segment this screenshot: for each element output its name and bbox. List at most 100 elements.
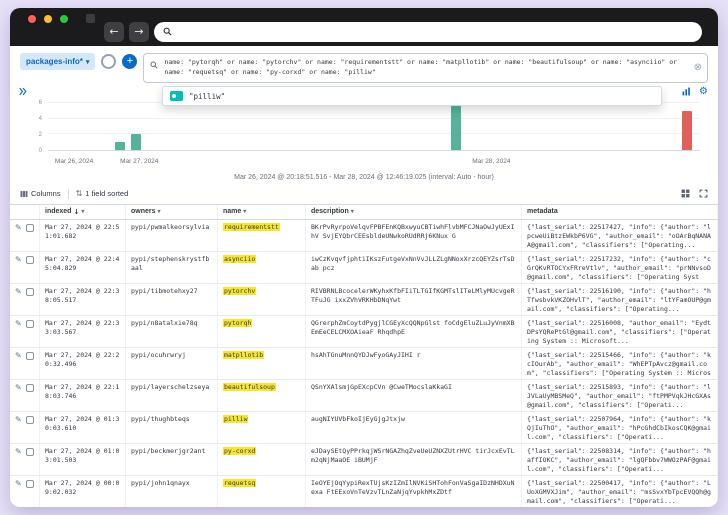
row-checkbox[interactable] xyxy=(26,480,34,488)
dataview-picker[interactable]: packages-info* ▾ xyxy=(20,53,95,70)
table-row[interactable]: ✎ Mar 27, 2024 @ 22:18:03.746 pypi/layer… xyxy=(10,380,718,412)
url-bar[interactable] xyxy=(154,22,702,42)
expand-document-icon[interactable]: ✎ xyxy=(15,320,22,328)
cell-metadata: {"last_serial": 22515893, "info": {"auth… xyxy=(522,380,718,411)
sort-fields-button[interactable]: ⇅ 1 field sorted xyxy=(76,189,129,198)
clear-query-icon[interactable]: ⊗ xyxy=(694,60,702,75)
cell-owners: pypi/layerschelzseya xyxy=(126,380,218,411)
expand-document-icon[interactable]: ✎ xyxy=(15,352,22,360)
row-checkbox[interactable] xyxy=(26,352,34,360)
cell-name: requirementstt xyxy=(218,220,306,251)
back-button[interactable]: ← xyxy=(104,22,124,42)
cell-metadata: {"last_serial": 22508314, "info": {"auth… xyxy=(522,444,718,475)
cell-indexed: Mar 27, 2024 @ 22:45:04.829 xyxy=(40,252,126,283)
suggestion-item[interactable]: "pilliw" xyxy=(170,91,225,101)
highlighted-name: requetsq xyxy=(223,479,256,487)
table-row[interactable]: ✎ Mar 27, 2024 @ 01:30:03.610 pypi/thugh… xyxy=(10,412,718,444)
header-description-label: description xyxy=(311,208,349,215)
zoom-button[interactable] xyxy=(60,15,68,23)
expand-document-icon[interactable]: ✎ xyxy=(15,256,22,264)
chevron-down-icon: ▾ xyxy=(86,58,90,66)
forward-button[interactable]: → xyxy=(129,22,149,42)
expand-sidebar-icon[interactable] xyxy=(18,87,27,96)
expand-document-icon[interactable]: ✎ xyxy=(15,288,22,296)
discover-app: packages-info* ▾ + name: "pytorqh" or na… xyxy=(10,46,718,507)
row-checkbox[interactable] xyxy=(26,448,34,456)
header-indexed[interactable]: indexed ↓ ▾ xyxy=(40,205,126,219)
cell-name: pilliw xyxy=(218,412,306,443)
query-input[interactable]: name: "pytorqh" or name: "pytorchv" or n… xyxy=(143,53,708,83)
table-row[interactable]: ✎ Mar 27, 2024 @ 00:09:02.032 pypi/john1… xyxy=(10,476,718,508)
expand-document-icon[interactable]: ✎ xyxy=(15,416,22,424)
toolbar-separator xyxy=(68,189,69,199)
cell-metadata: {"last_serial": 22507964, "info": {"auth… xyxy=(522,412,718,443)
row-checkbox[interactable] xyxy=(26,416,34,424)
header-controls xyxy=(10,205,40,219)
chevron-down-icon: ▾ xyxy=(351,208,354,215)
autocomplete-popup: "pilliw" xyxy=(162,86,662,106)
expand-document-icon[interactable]: ✎ xyxy=(15,224,22,232)
histogram-bar[interactable] xyxy=(131,134,141,149)
cell-description: hsAhTGnuMnnQYDJwFyoGAyJIHI r xyxy=(306,348,522,379)
expand-document-icon[interactable]: ✎ xyxy=(15,480,22,488)
suggestion-text: "pilliw" xyxy=(189,92,225,101)
y-axis-label: 0 xyxy=(39,148,42,154)
columns-button[interactable]: Columns xyxy=(20,189,61,198)
gridline xyxy=(48,118,700,119)
header-description[interactable]: description ▾ xyxy=(306,205,522,219)
close-button[interactable] xyxy=(28,15,36,23)
minimize-button[interactable] xyxy=(44,15,52,23)
row-checkbox[interactable] xyxy=(26,256,34,264)
chevron-down-icon: ▾ xyxy=(81,208,84,215)
cell-owners: pypi/ocuhrwryj xyxy=(126,348,218,379)
cell-description: QSnYXAlsmjGpEXcpCVn @CweTMocslaKkaGI xyxy=(306,380,522,411)
highlighted-name: py-corxd xyxy=(223,447,256,455)
columns-label: Columns xyxy=(31,189,61,198)
cell-name: matpllotib xyxy=(218,348,306,379)
add-filter-button[interactable]: + xyxy=(122,54,137,69)
dataview-label: packages-info* xyxy=(26,57,83,66)
table-row[interactable]: ✎ Mar 27, 2024 @ 22:38:05.517 pypi/tibmo… xyxy=(10,284,718,316)
y-axis-label: 4 xyxy=(39,116,42,122)
histogram-bar[interactable] xyxy=(115,142,125,150)
table-row[interactable]: ✎ Mar 27, 2024 @ 22:51:01.682 pypi/pwmal… xyxy=(10,220,718,252)
chevron-down-icon: ▾ xyxy=(158,208,161,215)
cell-metadata: {"last_serial": 22500417, "info": {"auth… xyxy=(522,476,718,507)
row-checkbox[interactable] xyxy=(26,384,34,392)
density-icon[interactable] xyxy=(681,189,690,198)
cell-indexed: Mar 27, 2024 @ 00:09:02.032 xyxy=(40,476,126,507)
highlighted-name: matpllotib xyxy=(223,351,264,359)
table-row[interactable]: ✎ Mar 27, 2024 @ 22:33:03.567 pypi/n8ata… xyxy=(10,316,718,348)
documents-table: indexed ↓ ▾ owners ▾ name ▾ description … xyxy=(10,205,718,508)
cell-name: py-corxd xyxy=(218,444,306,475)
sort-desc-icon: ↓ xyxy=(73,208,79,216)
row-checkbox[interactable] xyxy=(26,224,34,232)
expand-document-icon[interactable]: ✎ xyxy=(15,448,22,456)
table-row[interactable]: ✎ Mar 27, 2024 @ 22:20:32.496 pypi/ocuhr… xyxy=(10,348,718,380)
header-metadata[interactable]: metadata xyxy=(522,205,718,219)
highlighted-name: requirementstt xyxy=(223,223,280,231)
histogram-bar[interactable] xyxy=(682,111,692,150)
cell-metadata: {"last_serial": 22516190, "info": {"auth… xyxy=(522,284,718,315)
cell-description: BKrPvRyrpoVelqvFPBFEnKQBxwyuCBTiwhFlvbMF… xyxy=(306,220,522,251)
header-name[interactable]: name ▾ xyxy=(218,205,306,219)
x-axis-label: Mar 26, 2024 xyxy=(55,158,93,165)
cell-metadata: {"last_serial": 22517232, "info": {"auth… xyxy=(522,252,718,283)
expand-document-icon[interactable]: ✎ xyxy=(15,384,22,392)
histogram-bar[interactable] xyxy=(451,103,461,149)
row-checkbox[interactable] xyxy=(26,320,34,328)
gear-icon[interactable]: ⚙ xyxy=(699,87,708,97)
query-toolbar: packages-info* ▾ + name: "pytorqh" or na… xyxy=(10,46,718,83)
saved-query-icon[interactable] xyxy=(101,54,116,69)
query-search-icon xyxy=(150,61,158,69)
x-axis-labels: Mar 26, 2024 Mar 27, 2024 Mar 28, 2024 xyxy=(48,158,700,167)
table-row[interactable]: ✎ Mar 27, 2024 @ 22:45:04.829 pypi/steph… xyxy=(10,252,718,284)
fullscreen-icon[interactable] xyxy=(699,189,708,198)
header-owners[interactable]: owners ▾ xyxy=(126,205,218,219)
x-axis-label: Mar 27, 2024 xyxy=(120,158,158,165)
x-axis-label: Mar 28, 2024 xyxy=(472,158,510,165)
cell-owners: pypi/n8atalxie78q xyxy=(126,316,218,347)
table-row[interactable]: ✎ Mar 27, 2024 @ 01:03:01.503 pypi/beckm… xyxy=(10,444,718,476)
cell-owners: pypi/thughbteqs xyxy=(126,412,218,443)
row-checkbox[interactable] xyxy=(26,288,34,296)
